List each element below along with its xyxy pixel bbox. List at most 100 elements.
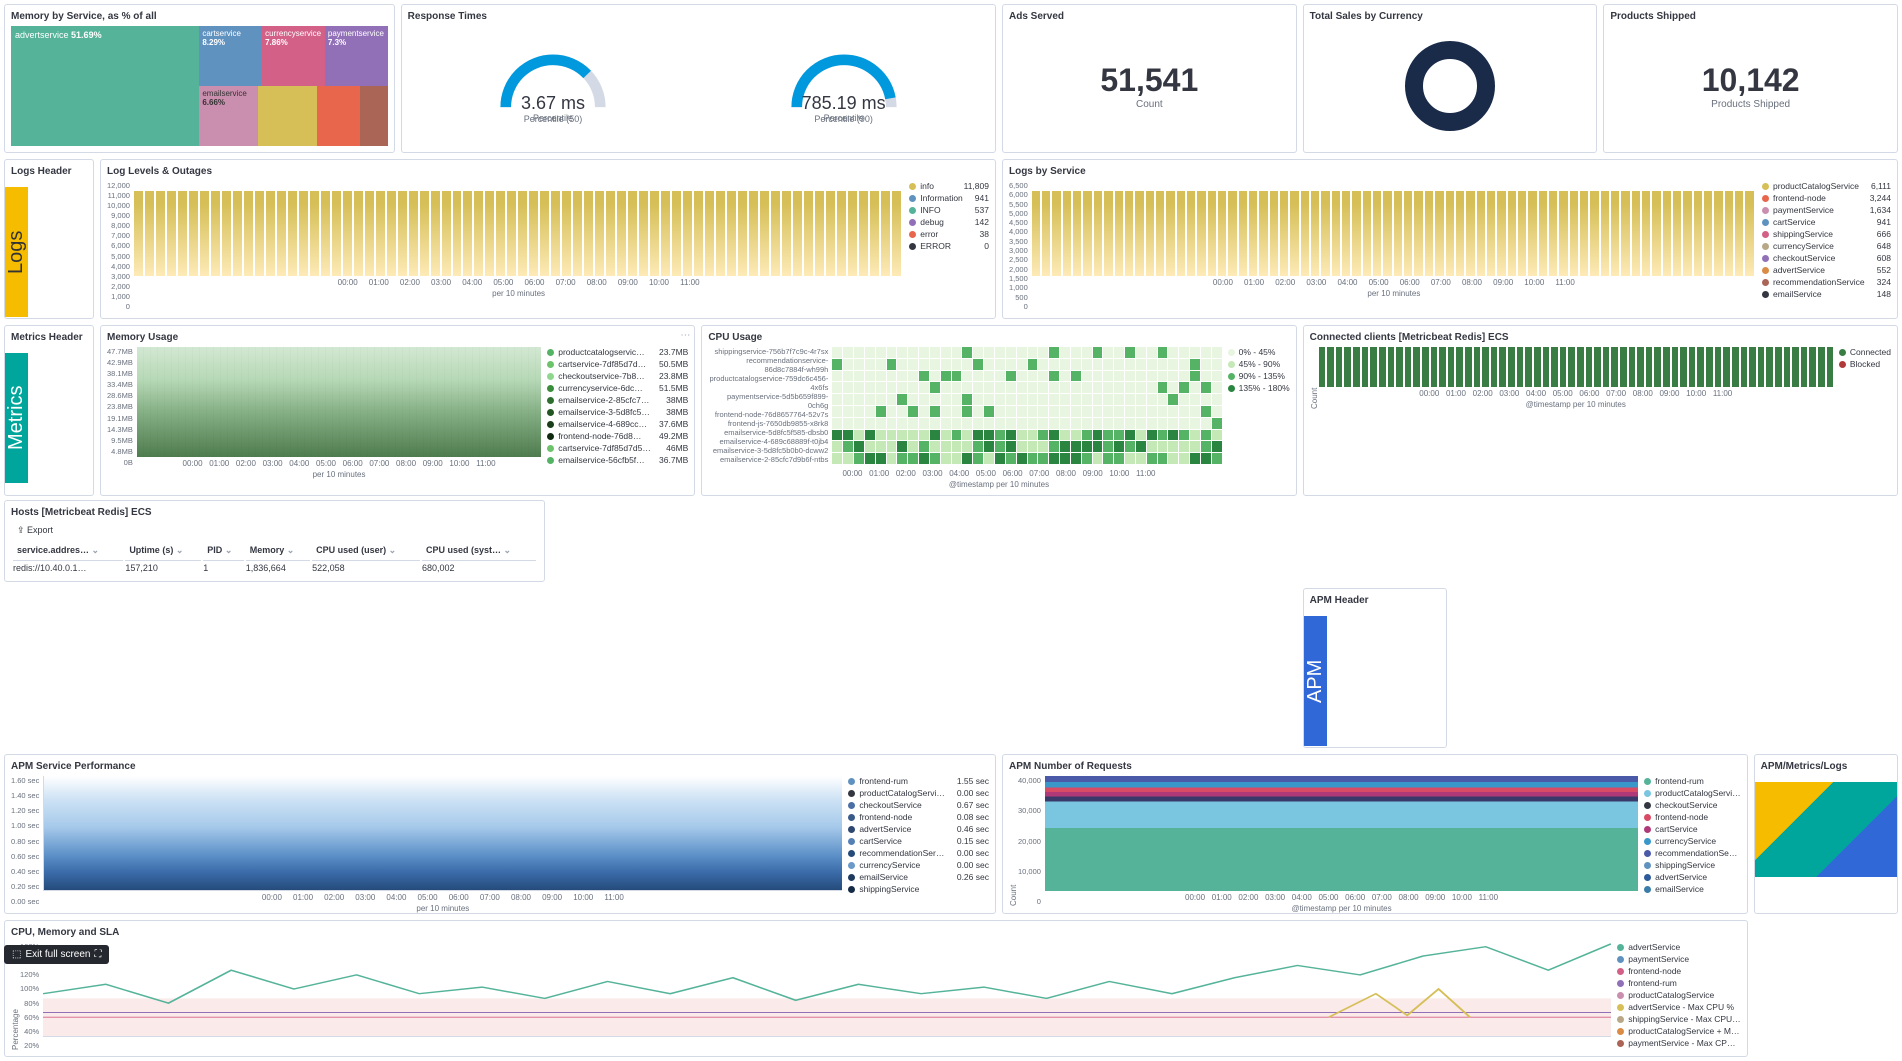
legend-item[interactable]: checkoutService0.67 sec bbox=[848, 800, 989, 810]
legend-item[interactable]: cartService941 bbox=[1762, 217, 1891, 227]
legend-item[interactable]: Connected bbox=[1839, 347, 1891, 357]
legend-item[interactable]: debug142 bbox=[909, 217, 989, 227]
tm-other1[interactable] bbox=[258, 86, 317, 146]
legend-item[interactable]: ERROR0 bbox=[909, 241, 989, 251]
tm-currency[interactable]: currencyservice7.86% bbox=[262, 26, 325, 86]
legend-item[interactable]: 45% - 90% bbox=[1228, 359, 1290, 369]
legend-item[interactable]: productCatalogServi… bbox=[1644, 788, 1741, 798]
legend-item[interactable]: frontend-node3,244 bbox=[1762, 193, 1891, 203]
ads-served-panel[interactable]: Ads Served 51,541Count bbox=[1002, 4, 1297, 153]
legend-color-icon bbox=[848, 886, 855, 893]
legend-item[interactable]: recommendationSe… bbox=[1644, 848, 1741, 858]
legend-item[interactable]: Blocked bbox=[1839, 359, 1891, 369]
legend-item[interactable]: shippingService bbox=[848, 884, 989, 894]
legend-item[interactable]: productCatalogServi…0.00 sec bbox=[848, 788, 989, 798]
legend-item[interactable]: currencyService0.00 sec bbox=[848, 860, 989, 870]
legend-item[interactable]: recommendationService324 bbox=[1762, 277, 1891, 287]
legend-item[interactable]: emailservice-2-85cfc7…38MB bbox=[547, 395, 688, 405]
legend-item[interactable]: emailService0.26 sec bbox=[848, 872, 989, 882]
legend[interactable]: info11,809 Information941 INFO537 debug142 e… bbox=[903, 181, 989, 311]
legend-item[interactable]: paymentService bbox=[1617, 954, 1740, 964]
legend-item[interactable]: currencyService bbox=[1644, 836, 1741, 846]
legend-item[interactable]: currencyService648 bbox=[1762, 241, 1891, 251]
cpu-heatmap-grid bbox=[832, 347, 1221, 464]
redis-hosts-panel[interactable]: Hosts [Metricbeat Redis] ECS⇪ Exportserv… bbox=[4, 500, 545, 582]
sla-panel[interactable]: CPU, Memory and SLA Percentage 160%140%1… bbox=[4, 920, 1748, 1057]
hosts-table[interactable]: service.addres…Uptime (s)PIDMemoryCPU us… bbox=[11, 539, 538, 575]
legend-item[interactable]: advertService bbox=[1644, 872, 1741, 882]
exit-fullscreen-button[interactable]: ⬚ Exit full screen bbox=[4, 945, 109, 964]
legend-item[interactable]: cartService0.15 sec bbox=[848, 836, 989, 846]
total-sales-panel[interactable]: Total Sales by Currency bbox=[1303, 4, 1598, 153]
legend-item[interactable]: productcatalogservic…23.7MB bbox=[547, 347, 688, 357]
legend-item[interactable]: frontend-rum1.55 sec bbox=[848, 776, 989, 786]
legend[interactable]: productCatalogService6,111 frontend-node3… bbox=[1756, 181, 1891, 311]
legend-item[interactable]: cartservice-7df85d7d5…46MB bbox=[547, 443, 688, 453]
table-header[interactable]: service.addres… bbox=[13, 541, 123, 561]
legend-item[interactable]: 135% - 180% bbox=[1228, 383, 1290, 393]
tm-cart[interactable]: cartservice8.29% bbox=[199, 26, 262, 86]
legend-item[interactable]: frontend-node0.08 sec bbox=[848, 812, 989, 822]
legend-item[interactable]: advertService552 bbox=[1762, 265, 1891, 275]
legend-item[interactable]: frontend-rum bbox=[1617, 978, 1740, 988]
legend-item[interactable]: checkoutService608 bbox=[1762, 253, 1891, 263]
products-shipped-panel[interactable]: Products Shipped 10,142Products Shipped bbox=[1603, 4, 1898, 153]
cpu-usage-panel[interactable]: CPU Usage shippingservice-756b7f7c9c-4r7… bbox=[701, 325, 1296, 496]
tm-other3[interactable] bbox=[360, 86, 387, 146]
legend-item[interactable]: emailservice-56cfb5f…36.7MB bbox=[547, 455, 688, 465]
sla-chart bbox=[43, 942, 1611, 1037]
legend-item[interactable]: Information941 bbox=[909, 193, 989, 203]
legend-item[interactable]: recommendationSer…0.00 sec bbox=[848, 848, 989, 858]
table-header[interactable]: PID bbox=[203, 541, 243, 561]
memory-treemap-panel[interactable]: Memory by Service, as % of all advertser… bbox=[4, 4, 395, 153]
legend-item[interactable]: productCatalogService6,111 bbox=[1762, 181, 1891, 191]
logs-by-service-panel[interactable]: Logs by Service 6,5006,0005,5005,0004,50… bbox=[1002, 159, 1898, 319]
legend-item[interactable]: emailService148 bbox=[1762, 289, 1891, 299]
legend-item[interactable]: currencyservice-6dc…51.5MB bbox=[547, 383, 688, 393]
legend-item[interactable]: cartService bbox=[1644, 824, 1741, 834]
legend-item[interactable]: 90% - 135% bbox=[1228, 371, 1290, 381]
legend-item[interactable]: frontend-node-76d8…49.2MB bbox=[547, 431, 688, 441]
panel-menu-icon[interactable]: ⋯ bbox=[680, 330, 690, 341]
legend-item[interactable]: advertService0.46 sec bbox=[848, 824, 989, 834]
legend-item[interactable]: shippingService bbox=[1644, 860, 1741, 870]
response-times-panel[interactable]: Response Times Percentile 3.67 ms Percen… bbox=[401, 4, 996, 153]
legend-item[interactable]: advertService bbox=[1617, 942, 1740, 952]
log-levels-panel[interactable]: Log Levels & Outages 12,00011,00010,0009… bbox=[100, 159, 996, 319]
legend-item[interactable]: emailservice-3-5d8fc5…38MB bbox=[547, 407, 688, 417]
table-header[interactable]: Memory bbox=[246, 541, 310, 561]
legend-item[interactable]: info11,809 bbox=[909, 181, 989, 191]
export-button[interactable]: ⇪ Export bbox=[11, 522, 59, 539]
legend-item[interactable]: cartservice-7df85d7d…50.5MB bbox=[547, 359, 688, 369]
tm-other2[interactable] bbox=[317, 86, 360, 146]
legend-item[interactable]: advertService - Max CPU % bbox=[1617, 1002, 1740, 1012]
legend-color-icon bbox=[1228, 385, 1235, 392]
legend-item[interactable]: productCatalogService bbox=[1617, 990, 1740, 1000]
legend-item[interactable]: checkoutService bbox=[1644, 800, 1741, 810]
apm-requests-panel[interactable]: APM Number of Requests Count 40,00030,00… bbox=[1002, 754, 1748, 914]
memory-usage-panel[interactable]: ⋯ Memory Usage 47.7MB42.9MB38.1MB33.4MB2… bbox=[100, 325, 695, 496]
apm-perf-panel[interactable]: APM Service Performance 1.60 sec1.40 sec… bbox=[4, 754, 996, 914]
legend-item[interactable]: productCatalogService + M… bbox=[1617, 1026, 1740, 1036]
table-header[interactable]: Uptime (s) bbox=[125, 541, 201, 561]
legend-item[interactable]: emailservice-4-689cc…37.6MB bbox=[547, 419, 688, 429]
legend-item[interactable]: frontend-node bbox=[1644, 812, 1741, 822]
tm-payment[interactable]: paymentservice7.3% bbox=[325, 26, 388, 86]
table-header[interactable]: CPU used (syst… bbox=[422, 541, 536, 561]
legend-item[interactable]: paymentService1,634 bbox=[1762, 205, 1891, 215]
legend-item[interactable]: paymentService - Max CP… bbox=[1617, 1038, 1740, 1048]
legend-item[interactable]: emailService bbox=[1644, 884, 1741, 894]
table-row[interactable]: redis://10.40.0.1…157,21011,836,664522,0… bbox=[13, 563, 536, 573]
legend-item[interactable]: shippingService - Max CPU… bbox=[1617, 1014, 1740, 1024]
legend-item[interactable]: checkoutservice-7b8…23.8MB bbox=[547, 371, 688, 381]
legend-item[interactable]: shippingService666 bbox=[1762, 229, 1891, 239]
tm-email[interactable]: emailservice6.66% bbox=[199, 86, 258, 146]
legend-item[interactable]: 0% - 45% bbox=[1228, 347, 1290, 357]
legend-item[interactable]: INFO537 bbox=[909, 205, 989, 215]
table-header[interactable]: CPU used (user) bbox=[312, 541, 420, 561]
legend-item[interactable]: error38 bbox=[909, 229, 989, 239]
legend-color-icon bbox=[1617, 968, 1624, 975]
tm-advert[interactable]: advertservice 51.69% bbox=[11, 26, 199, 146]
redis-clients-panel[interactable]: Connected clients [Metricbeat Redis] ECS… bbox=[1303, 325, 1898, 496]
legend-item[interactable]: frontend-rum bbox=[1644, 776, 1741, 786]
